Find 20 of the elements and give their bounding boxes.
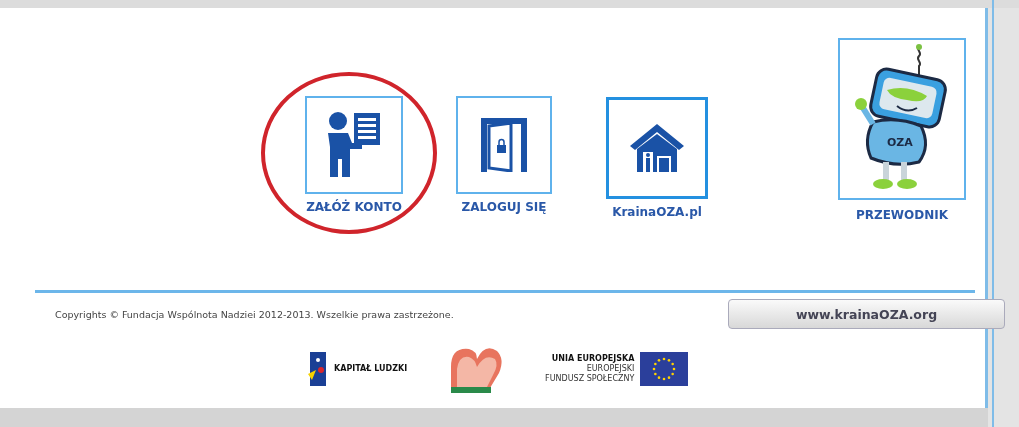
website-button[interactable]: www.krainaOZA.org bbox=[728, 299, 1005, 329]
person-form-icon bbox=[326, 111, 382, 179]
tile-label[interactable]: KrainaOZA.pl bbox=[612, 205, 702, 219]
copyright-text: Copyrights © Fundacja Wspólnota Nadziei 2012-2013. Wszelkie prawa zastrzeżone. bbox=[55, 308, 454, 320]
robot-badge-text: OZA bbox=[887, 136, 913, 149]
logo-text: UNIA EUROPEJSKA bbox=[551, 354, 635, 364]
tile-label[interactable]: PRZEWODNIK bbox=[855, 208, 949, 222]
door-icon bbox=[481, 118, 527, 172]
logo-text: EUROPEJSKI bbox=[586, 364, 635, 374]
tile-frame[interactable] bbox=[606, 97, 708, 199]
logo-text: KAPITAŁ LUDZKI bbox=[334, 364, 408, 374]
tile-frame[interactable]: OZA bbox=[838, 38, 966, 200]
house-icon bbox=[629, 122, 685, 174]
tile-frame[interactable] bbox=[456, 96, 552, 194]
logo-text: FUNDUSZ SPOŁECZNY bbox=[545, 374, 635, 384]
tile-label[interactable]: ZALOGUJ SIĘ bbox=[461, 200, 547, 214]
flag-logo-icon bbox=[306, 350, 328, 388]
eu-flag-icon bbox=[640, 352, 689, 386]
tile-frame[interactable] bbox=[305, 96, 403, 194]
tile-label[interactable]: ZAŁÓŻ KONTO bbox=[306, 200, 402, 214]
